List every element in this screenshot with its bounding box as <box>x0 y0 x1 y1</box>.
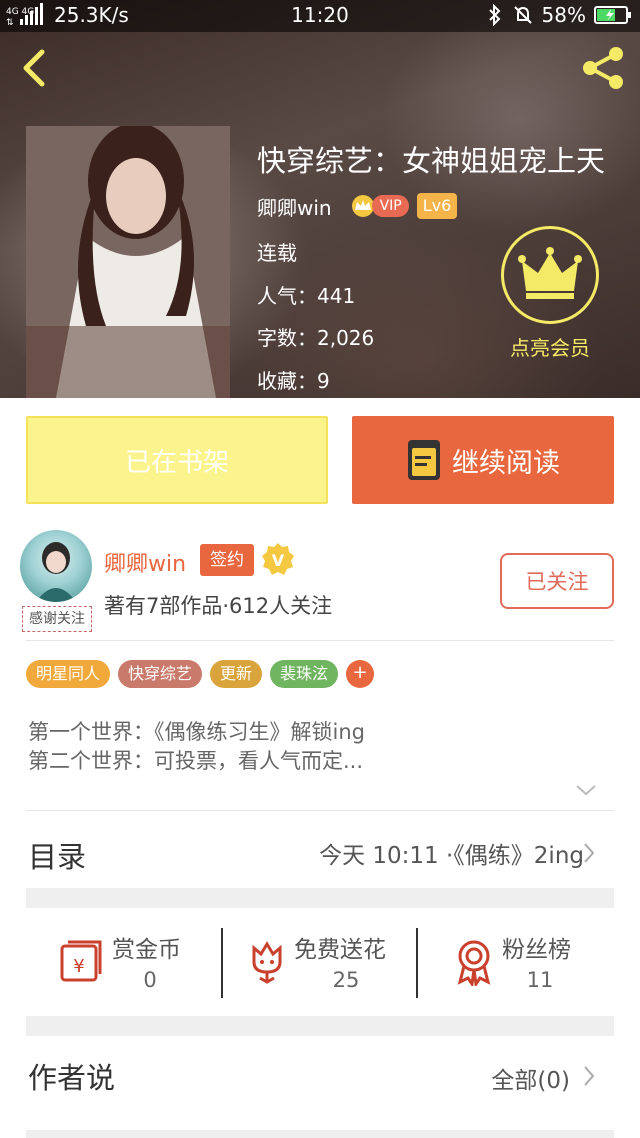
divider <box>26 640 614 641</box>
battery-percent: 58% <box>541 3 586 27</box>
free-flowers-label: 免费送花 <box>294 937 386 963</box>
vertical-divider <box>221 928 223 998</box>
red-envelope-icon: ¥ <box>60 940 102 982</box>
vip-label: VIP <box>371 195 409 217</box>
serial-status: 连载 <box>257 241 297 265</box>
membership-ring <box>501 226 599 324</box>
fan-ranking-value: 11 <box>526 968 554 992</box>
tag-list: 明星同人 快穿综艺 更新 裴珠泫 + <box>26 660 375 688</box>
verified-label: V <box>272 551 285 570</box>
book-icon <box>408 440 440 480</box>
vertical-divider <box>416 928 418 998</box>
divider <box>26 810 614 811</box>
continue-reading-label: 继续阅读 <box>452 447 560 479</box>
author-stats: 著有7部作品·612人关注 <box>104 594 333 618</box>
fan-ranking-label: 粉丝榜 <box>502 937 571 963</box>
battery-charging-icon <box>594 6 631 24</box>
reward-coins-value: 0 <box>143 968 157 992</box>
add-tag-button[interactable]: + <box>346 660 375 688</box>
on-bookshelf-label: 已在书架 <box>124 447 229 478</box>
book-title: 快穿综艺：女神姐姐宠上天 <box>257 144 606 178</box>
synopsis-line: 第一个世界：《偶像练习生》解锁ing <box>28 720 365 744</box>
author-name[interactable]: 卿卿win <box>104 546 186 578</box>
favorite-count: 收藏：9 <box>257 369 330 393</box>
flower-icon <box>252 941 282 984</box>
avatar-image <box>36 542 76 602</box>
section-gap <box>26 888 614 908</box>
status-bar: 4G 4G ⇅ 25.3K/s 11:20 58% <box>0 0 640 32</box>
thanks-for-following-tag: 感谢关注 <box>22 606 92 632</box>
book-cover[interactable] <box>26 126 230 398</box>
continue-reading-button[interactable]: 继续阅读 <box>352 416 614 504</box>
share-button[interactable] <box>580 44 628 92</box>
popularity: 人气：441 <box>257 284 356 308</box>
following-button[interactable]: 已关注 <box>500 553 614 609</box>
tag-item[interactable]: 明星同人 <box>26 660 111 688</box>
author-says-title: 作者说 <box>28 1061 116 1095</box>
verified-v-icon: V <box>262 543 294 575</box>
on-bookshelf-button[interactable]: 已在书架 <box>26 416 328 504</box>
svg-text:¥: ¥ <box>73 956 84 977</box>
book-header: 4G 4G ⇅ 25.3K/s 11:20 58% 快穿综艺：女神姐姐宠上天 卿… <box>0 0 640 398</box>
free-flowers-button[interactable]: 免费送花 25 <box>242 928 412 998</box>
latest-chapter[interactable]: 今天 10:11 ·《偶练》2ing <box>319 836 584 870</box>
synopsis[interactable]: 第一个世界：《偶像练习生》解锁ing 第二个世界：可投票，看人气而定... <box>28 718 365 776</box>
section-gap <box>26 1130 614 1138</box>
reward-coins-label: 赏金币 <box>112 937 181 963</box>
book-author-row: 卿卿win VIP Lv6 <box>257 192 458 221</box>
level-badge: Lv6 <box>416 193 458 219</box>
activate-membership-button[interactable]: 点亮会员 <box>500 226 600 360</box>
chevron-down-icon[interactable] <box>574 782 598 798</box>
tag-item[interactable]: 裴珠泫 <box>270 660 339 688</box>
chevron-right-icon[interactable] <box>582 1064 596 1088</box>
crown-icon <box>518 247 582 299</box>
synopsis-line: 第二个世界：可投票，看人气而定... <box>28 749 364 773</box>
signed-badge: 签约 <box>200 544 254 576</box>
medal-icon <box>457 940 491 986</box>
bluetooth-icon <box>488 4 500 26</box>
tag-item[interactable]: 更新 <box>210 660 263 688</box>
back-button[interactable] <box>12 44 60 92</box>
word-count: 字数：2,026 <box>257 326 375 350</box>
mute-bell-icon <box>513 6 532 24</box>
following-label: 已关注 <box>525 570 589 594</box>
membership-label: 点亮会员 <box>510 336 590 360</box>
book-author-name[interactable]: 卿卿win <box>257 192 332 221</box>
cover-illustration <box>26 126 230 398</box>
author-avatar[interactable] <box>20 530 92 602</box>
chevron-right-icon[interactable] <box>582 841 596 865</box>
catalog-title[interactable]: 目录 <box>28 834 86 876</box>
fan-ranking-button[interactable]: 粉丝榜 11 <box>450 928 590 998</box>
free-flowers-value: 25 <box>332 968 360 992</box>
tag-item[interactable]: 快穿综艺 <box>118 660 203 688</box>
reward-coins-button[interactable]: ¥ 赏金币 0 <box>56 928 206 998</box>
vip-badge: VIP <box>350 194 409 218</box>
author-says-all-link[interactable]: 全部(0) <box>491 1061 570 1095</box>
section-gap <box>26 1016 614 1036</box>
